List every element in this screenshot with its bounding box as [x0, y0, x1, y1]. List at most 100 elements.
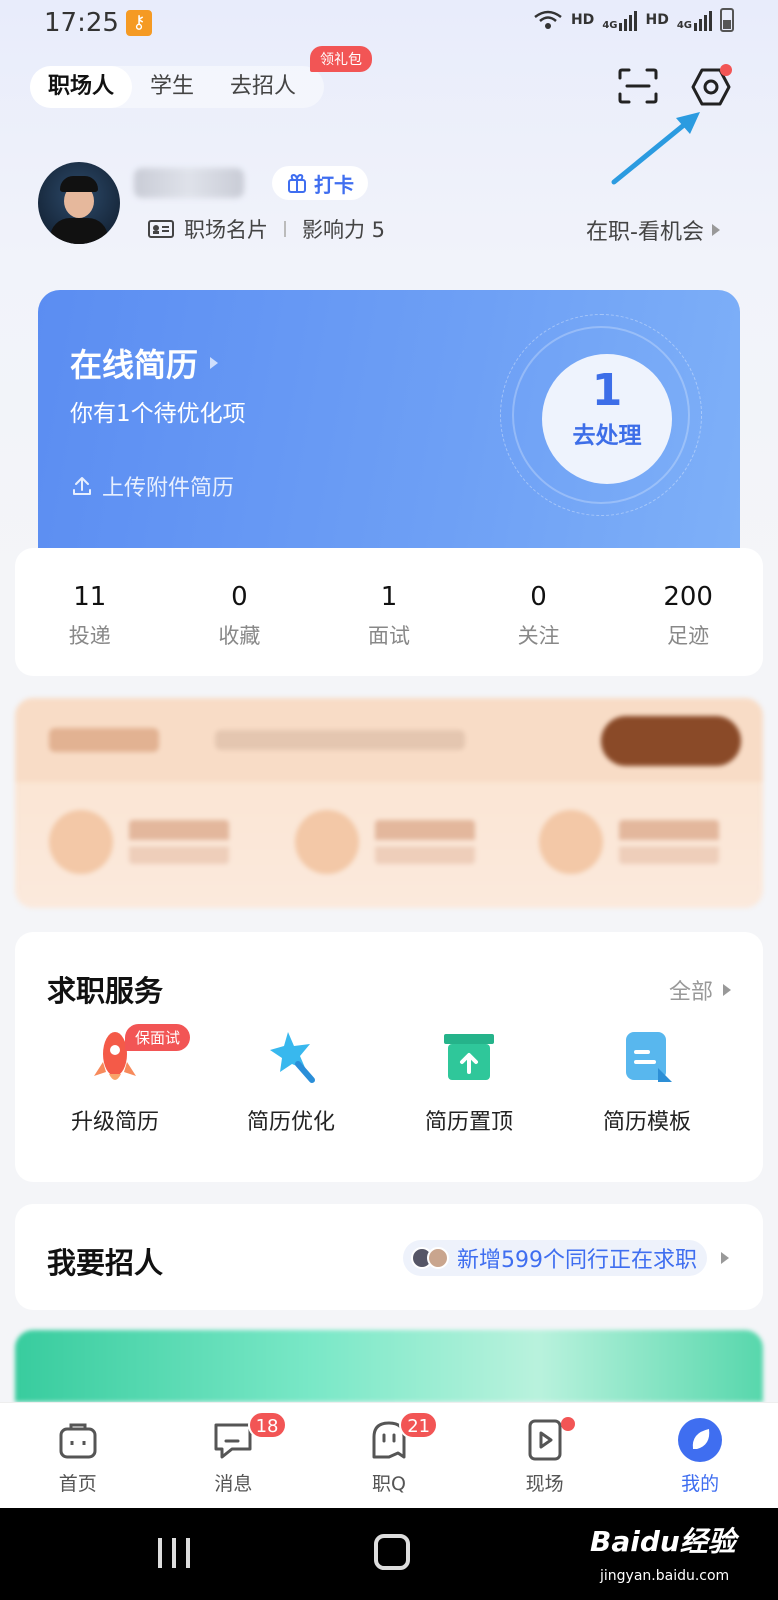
star-icon: [270, 1032, 315, 1083]
checkin-button[interactable]: 打卡: [272, 166, 368, 200]
view-all-link[interactable]: 全部: [669, 974, 731, 1006]
profile-meta: 职场名片 影响力 5: [148, 214, 385, 244]
resume-title[interactable]: 在线简历: [70, 340, 219, 386]
promo-banner-blurred[interactable]: [15, 1330, 763, 1402]
stat-following[interactable]: 0 关注: [464, 548, 614, 676]
network-type: 4G: [676, 20, 692, 31]
vip-benefit: [295, 810, 475, 874]
profile-leaf-icon: [678, 1418, 723, 1462]
gift-badge[interactable]: 领礼包: [310, 46, 372, 72]
divider: [284, 221, 286, 237]
recent-apps-button[interactable]: [158, 1538, 190, 1568]
stat-value: 0: [231, 582, 248, 612]
stat-history[interactable]: 200 足迹: [613, 548, 763, 676]
home-button[interactable]: [374, 1534, 410, 1570]
status-time: 17:25: [44, 8, 119, 38]
service-resume-top[interactable]: 简历置顶: [379, 1028, 559, 1136]
online-resume-card[interactable]: 在线简历 你有1个待优化项 上传附件简历 1 去处理: [38, 290, 740, 552]
vip-benefit: [49, 810, 229, 874]
chevron-right-icon: [723, 984, 731, 996]
status-indicators: HD 4G HD 4G: [533, 8, 734, 32]
stat-label: 关注: [517, 624, 560, 648]
key-notification-icon: ⚷: [126, 10, 152, 36]
gift-icon: [288, 173, 306, 193]
service-label: 简历模板: [602, 1110, 691, 1135]
resume-title-text: 在线简历: [70, 346, 199, 384]
chevron-right-icon: [712, 224, 720, 236]
upload-label: 上传附件简历: [102, 476, 235, 501]
vip-benefit: [539, 810, 719, 874]
avatar[interactable]: [38, 162, 120, 244]
nav-mine[interactable]: 我的: [622, 1403, 778, 1508]
tab-professional[interactable]: 职场人: [30, 66, 133, 108]
nav-label: 现场: [525, 1473, 564, 1495]
nav-label: 我的: [681, 1473, 720, 1495]
stats-bar: 11 投递 0 收藏 1 面试 0 关注 200 足迹: [15, 548, 763, 676]
nav-zhiq[interactable]: 职Q 21: [311, 1403, 467, 1508]
stat-applied[interactable]: 11 投递: [15, 548, 165, 676]
briefcase-icon: [59, 1423, 97, 1459]
network-type: 4G: [602, 20, 618, 31]
chevron-right-icon: [721, 1252, 729, 1264]
guarantee-interview-badge: 保面试: [125, 1024, 191, 1051]
resume-subtitle: 你有1个待优化项: [70, 401, 246, 427]
process-button[interactable]: 1 去处理: [542, 354, 672, 484]
recruit-card[interactable]: 我要招人 新增599个同行正在求职: [15, 1204, 763, 1310]
pending-count: 1: [591, 365, 623, 416]
peers-hint-text: 新增599个同行正在求职: [457, 1248, 697, 1273]
upload-icon: [73, 477, 91, 495]
stat-label: 收藏: [218, 624, 261, 648]
unread-badge: 21: [399, 1411, 439, 1439]
stat-label: 足迹: [667, 624, 710, 648]
process-label: 去处理: [572, 423, 642, 449]
annotation-arrow-icon: [611, 112, 700, 185]
checkin-label: 打卡: [314, 172, 354, 197]
scan-icon[interactable]: [618, 68, 658, 104]
tab-recruit[interactable]: 去招人: [212, 66, 314, 108]
peers-hint[interactable]: 新增599个同行正在求职: [403, 1240, 707, 1276]
chevron-right-icon: [210, 357, 219, 369]
wifi-icon: [534, 10, 562, 29]
watermark-url: jingyan.baidu.com: [600, 1568, 730, 1584]
upload-box-icon: [444, 1034, 494, 1080]
notification-dot: [560, 1417, 575, 1431]
section-title: 求职服务: [47, 974, 164, 1008]
nav-messages[interactable]: 消息 18: [156, 1403, 312, 1508]
nav-live[interactable]: 现场: [467, 1403, 623, 1508]
stat-favorites[interactable]: 0 收藏: [165, 548, 315, 676]
vip-open-button[interactable]: [601, 716, 741, 766]
watermark-logo: Baidu经验: [590, 1525, 736, 1558]
job-status-label: 在职-看机会: [586, 220, 704, 245]
nav-home[interactable]: 首页: [0, 1403, 156, 1508]
service-resume-optimize[interactable]: 简历优化: [201, 1028, 381, 1136]
service-label: 简历优化: [246, 1110, 335, 1135]
template-icon: [626, 1032, 672, 1082]
nav-label: 首页: [58, 1473, 97, 1495]
stat-interviews[interactable]: 1 面试: [314, 548, 464, 676]
username-blurred: [134, 168, 244, 198]
stat-value: 11: [73, 582, 107, 612]
influence-label[interactable]: 影响力 5: [302, 214, 385, 244]
tab-student[interactable]: 学生: [132, 66, 212, 108]
stat-label: 投递: [68, 624, 111, 648]
stat-label: 面试: [367, 624, 410, 648]
business-card-link[interactable]: 职场名片: [184, 214, 268, 244]
job-services-card: 求职服务 全部 升级简历 保面试 简历优化 简历置顶 简历模板: [15, 932, 763, 1182]
service-label: 简历置顶: [424, 1110, 513, 1135]
service-label: 升级简历: [70, 1110, 159, 1135]
upload-attachment-resume[interactable]: 上传附件简历: [70, 470, 234, 502]
battery-icon: [720, 8, 734, 32]
job-status[interactable]: 在职-看机会: [586, 214, 720, 246]
stat-value: 0: [530, 582, 547, 612]
signal-icon: 4G: [602, 9, 638, 31]
nav-label: 消息: [214, 1473, 253, 1495]
stat-value: 1: [380, 582, 398, 612]
id-card-icon: [148, 220, 174, 238]
service-resume-template[interactable]: 简历模板: [557, 1028, 737, 1136]
hd-label: HD: [645, 12, 669, 28]
hd-label: HD: [570, 12, 595, 28]
nav-label: 职Q: [372, 1473, 406, 1495]
view-all-label: 全部: [668, 980, 713, 1005]
vip-banner-blurred[interactable]: [15, 698, 763, 908]
section-title: 我要招人: [47, 1246, 164, 1280]
